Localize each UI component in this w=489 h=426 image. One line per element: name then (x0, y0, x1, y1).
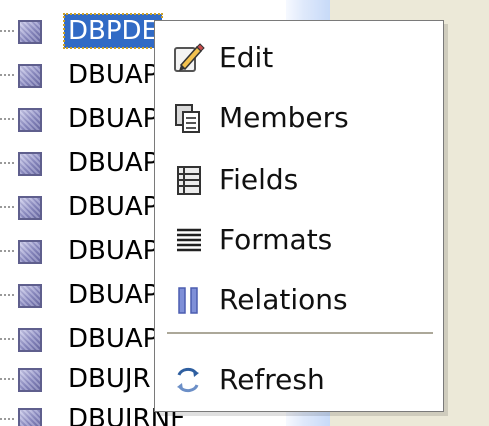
menu-item-label: Refresh (219, 363, 325, 396)
menu-item-label: Relations (219, 283, 348, 316)
menu-item-relations[interactable]: Relations (155, 273, 443, 325)
menu-item-formats[interactable]: Formats (155, 213, 443, 265)
tree-item-label[interactable]: DBPDE (63, 13, 163, 49)
tree-item-label[interactable]: DBUAP (64, 278, 162, 312)
tree-item-label[interactable]: DBUAP (64, 322, 162, 356)
file-icon (18, 20, 42, 44)
tree-item-label[interactable]: DBUAP (64, 190, 162, 224)
tree-connector (0, 74, 16, 76)
tree-connector (0, 338, 16, 340)
file-icon (18, 64, 42, 88)
menu-item-label: Fields (219, 163, 299, 196)
file-icon (18, 240, 42, 264)
fields-icon (171, 163, 205, 197)
menu-item-fields[interactable]: Fields (155, 153, 443, 205)
tree-item-label[interactable]: DBUAP (64, 102, 162, 136)
tree-connector (0, 118, 16, 120)
relations-icon (171, 283, 205, 317)
menu-item-label: Members (219, 101, 349, 134)
menu-item-members[interactable]: Members (155, 91, 443, 143)
tree-connector (0, 30, 16, 32)
tree-connector (0, 294, 16, 296)
menu-item-label: Edit (219, 41, 274, 74)
formats-icon (171, 223, 205, 257)
members-icon (171, 101, 205, 135)
file-icon (18, 328, 42, 352)
tree-item-label[interactable]: DBUAP (64, 234, 162, 268)
tree-connector (0, 250, 16, 252)
file-icon (18, 284, 42, 308)
edit-icon (171, 41, 205, 75)
tree-item-label[interactable]: DBUAP (64, 146, 162, 180)
tree-connector (0, 378, 16, 380)
file-icon (18, 196, 42, 220)
menu-item-refresh[interactable]: Refresh (155, 353, 443, 405)
file-icon (18, 152, 42, 176)
menu-item-edit[interactable]: Edit (155, 31, 443, 83)
app-root: DBPDE DBUAP DBUAP DBUAP DBUAP DBUAP DBUA… (0, 0, 489, 426)
tree-item-label[interactable]: DBUJR (64, 362, 155, 396)
file-icon (18, 408, 42, 426)
tree-connector (0, 418, 16, 420)
context-menu: Edit Members Fields Formats Relations Re… (154, 20, 444, 412)
menu-separator (167, 332, 433, 334)
tree-connector (0, 162, 16, 164)
tree-item-label[interactable]: DBUAP (64, 58, 162, 92)
refresh-icon (171, 363, 205, 397)
file-icon (18, 368, 42, 392)
file-icon (18, 108, 42, 132)
menu-item-label: Formats (219, 223, 333, 256)
tree-connector (0, 206, 16, 208)
